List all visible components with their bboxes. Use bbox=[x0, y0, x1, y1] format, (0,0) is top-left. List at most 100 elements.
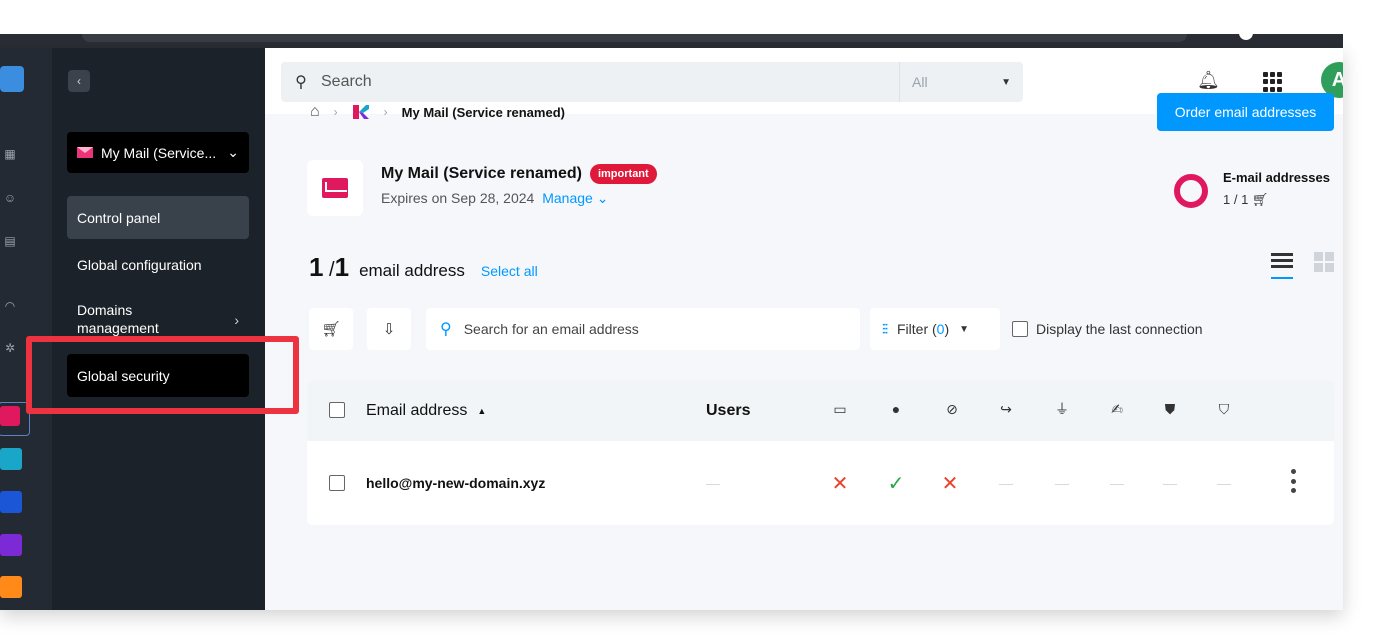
shield-check-status-dash-icon: — bbox=[1217, 475, 1231, 491]
status-badge: important bbox=[589, 164, 657, 184]
webmail-icon: ▭ bbox=[833, 400, 847, 417]
column-header-email[interactable]: Email address ▲ bbox=[366, 380, 486, 441]
row-email[interactable]: hello@my-new-domain.xyz bbox=[366, 441, 545, 525]
select-all-checkbox[interactable] bbox=[329, 402, 345, 418]
apps-grid-icon[interactable] bbox=[1263, 72, 1283, 92]
email-search-input[interactable]: Search for an email address bbox=[464, 321, 639, 337]
cart-button[interactable]: 🛒︎ bbox=[309, 308, 353, 350]
search-icon: ⚲ bbox=[295, 74, 307, 91]
row-users: — bbox=[706, 475, 720, 491]
quota-value: 1 / 1 🛒︎ bbox=[1223, 192, 1269, 207]
kmail-app-icon[interactable] bbox=[0, 406, 20, 426]
list-count-row: 1 /1 email address Select all bbox=[309, 252, 538, 283]
spam-status-x-icon: ✕ bbox=[941, 472, 959, 495]
collapse-sidebar-button[interactable]: ‹ bbox=[68, 70, 90, 92]
last-connection-toggle[interactable]: Display the last connection bbox=[1012, 321, 1203, 337]
browser-chrome bbox=[0, 26, 1343, 48]
address-bar-edge bbox=[82, 34, 1187, 42]
select-all-link[interactable]: Select all bbox=[481, 263, 538, 279]
search-scope-select[interactable]: All ▼ bbox=[899, 62, 1023, 102]
sidebar-item-global-configuration[interactable]: Global configuration bbox=[67, 243, 249, 286]
email-table: Email address ▲ Users ▭ ● ⊘ ↪ ⏚ ✍ ⛊ ⛉ hel… bbox=[307, 380, 1334, 525]
home-icon[interactable]: ⌂ bbox=[310, 103, 320, 121]
sidebar-item-global-security[interactable]: Global security bbox=[67, 354, 249, 397]
shield-x-icon: ⛊ bbox=[1164, 400, 1176, 417]
download-tray-icon: ⇩ bbox=[382, 321, 396, 338]
service-title: My Mail (Service renamed) bbox=[381, 165, 582, 182]
order-email-addresses-button[interactable]: Order email addresses bbox=[1157, 93, 1334, 131]
column-header-users: Users bbox=[706, 401, 751, 419]
building-icon[interactable]: ▤ bbox=[0, 231, 20, 251]
chevron-right-icon: › bbox=[234, 312, 239, 328]
sidebar-item-label: Global security bbox=[77, 367, 170, 384]
chevron-left-icon: ‹ bbox=[77, 74, 81, 88]
app-rail: ▦ ☺ ▤ ◠ ✲ bbox=[0, 48, 52, 610]
kmail-logo-icon[interactable] bbox=[352, 103, 370, 121]
caret-down-icon: ▼ bbox=[959, 323, 970, 335]
shield-x-status-dash-icon: — bbox=[1163, 475, 1177, 491]
list-count-label: email address bbox=[359, 261, 465, 280]
sidebar: ‹ My Mail (Service... ⌄ Control panel Gl… bbox=[52, 48, 265, 610]
breadcrumb: ⌂ › › My Mail (Service renamed) bbox=[310, 103, 565, 121]
kshow-app-icon[interactable] bbox=[0, 576, 22, 598]
signature-status-dash-icon: — bbox=[1110, 475, 1124, 491]
webmail-status-x-icon: ✕ bbox=[831, 472, 849, 495]
last-connection-label: Display the last connection bbox=[1036, 321, 1203, 337]
sidebar-item-label: Control panel bbox=[77, 209, 161, 226]
forwarding-status-dash-icon: — bbox=[999, 475, 1013, 491]
users-icon[interactable]: ☺ bbox=[0, 188, 20, 208]
cart-icon: 🛒︎ bbox=[321, 321, 341, 338]
spam-filter-icon: ⊘ bbox=[946, 400, 958, 417]
global-search[interactable]: ⚲ Search All ▼ bbox=[281, 62, 1023, 102]
service-selector-label: My Mail (Service... bbox=[101, 144, 217, 161]
search-icon: ⚲ bbox=[440, 321, 452, 338]
kdrive-logo-icon[interactable] bbox=[0, 66, 24, 92]
mail-envelope-icon bbox=[322, 178, 348, 198]
headset-icon[interactable]: ◠ bbox=[0, 296, 20, 316]
service-expiry: Expires on Sep 28, 2024 Manage ⌄ bbox=[381, 190, 608, 207]
filter-dropdown[interactable]: ⫶⫶ Filter (0) ▼ bbox=[870, 308, 1000, 350]
forwarding-icon: ↪ bbox=[1000, 400, 1012, 417]
expiry-text: Expires on Sep 28, 2024 bbox=[381, 190, 535, 206]
signature-icon: ✍ bbox=[1111, 400, 1123, 417]
list-count: 1 /1 bbox=[309, 252, 350, 282]
service-title-row: My Mail (Service renamed) important bbox=[381, 164, 657, 184]
caret-down-icon: ▼ bbox=[1001, 76, 1011, 88]
grid-view-icon[interactable] bbox=[1314, 252, 1334, 272]
sort-asc-icon: ▲ bbox=[477, 405, 487, 416]
sidebar-item-label: Domains management bbox=[77, 302, 159, 336]
antivirus-status-check-icon: ✓ bbox=[887, 472, 905, 495]
row-checkbox[interactable] bbox=[329, 475, 345, 491]
shield-check-icon: ⛉ bbox=[1218, 400, 1230, 417]
service-selector[interactable]: My Mail (Service... ⌄ bbox=[67, 132, 249, 173]
search-scope-value: All bbox=[912, 74, 928, 90]
sidebar-item-domains-management[interactable]: Domains management › bbox=[67, 295, 249, 345]
filter-label: Filter ( bbox=[897, 321, 937, 337]
bell-icon[interactable]: 🔔︎ bbox=[1197, 70, 1220, 92]
cart-icon: 🛒︎ bbox=[1251, 192, 1269, 207]
email-search[interactable]: ⚲ Search for an email address bbox=[426, 308, 860, 350]
row-menu-icon[interactable] bbox=[1291, 469, 1297, 493]
window-control bbox=[1239, 26, 1253, 40]
alias-icon: ⏚ bbox=[1055, 401, 1069, 417]
search-input[interactable]: Search bbox=[321, 73, 899, 91]
manage-link[interactable]: Manage ⌄ bbox=[542, 190, 608, 206]
quota-label: E-mail addresses bbox=[1223, 170, 1330, 185]
mail-envelope-icon bbox=[77, 147, 93, 158]
kchat-app-icon[interactable] bbox=[0, 448, 22, 470]
service-logo bbox=[307, 160, 363, 216]
last-connection-checkbox[interactable] bbox=[1012, 321, 1028, 337]
list-view-icon[interactable] bbox=[1271, 253, 1293, 279]
filter-sliders-icon: ⫶⫶ bbox=[882, 320, 888, 337]
calculator-icon[interactable]: ▦ bbox=[0, 144, 20, 164]
sidebar-item-control-panel[interactable]: Control panel bbox=[67, 196, 249, 239]
filter-count: 0 bbox=[936, 321, 945, 337]
bug-icon[interactable]: ✲ bbox=[0, 338, 20, 358]
antivirus-icon: ● bbox=[891, 401, 901, 417]
export-button[interactable]: ⇩ bbox=[367, 308, 411, 350]
kmeet-app-icon[interactable] bbox=[0, 534, 22, 556]
breadcrumb-separator-icon: › bbox=[383, 105, 388, 119]
kdrive-app-icon[interactable] bbox=[0, 491, 22, 513]
chevron-down-icon: ⌄ bbox=[227, 144, 239, 160]
table-row[interactable]: hello@my-new-domain.xyz — ✕ ✓ ✕ — — — — … bbox=[307, 441, 1334, 525]
